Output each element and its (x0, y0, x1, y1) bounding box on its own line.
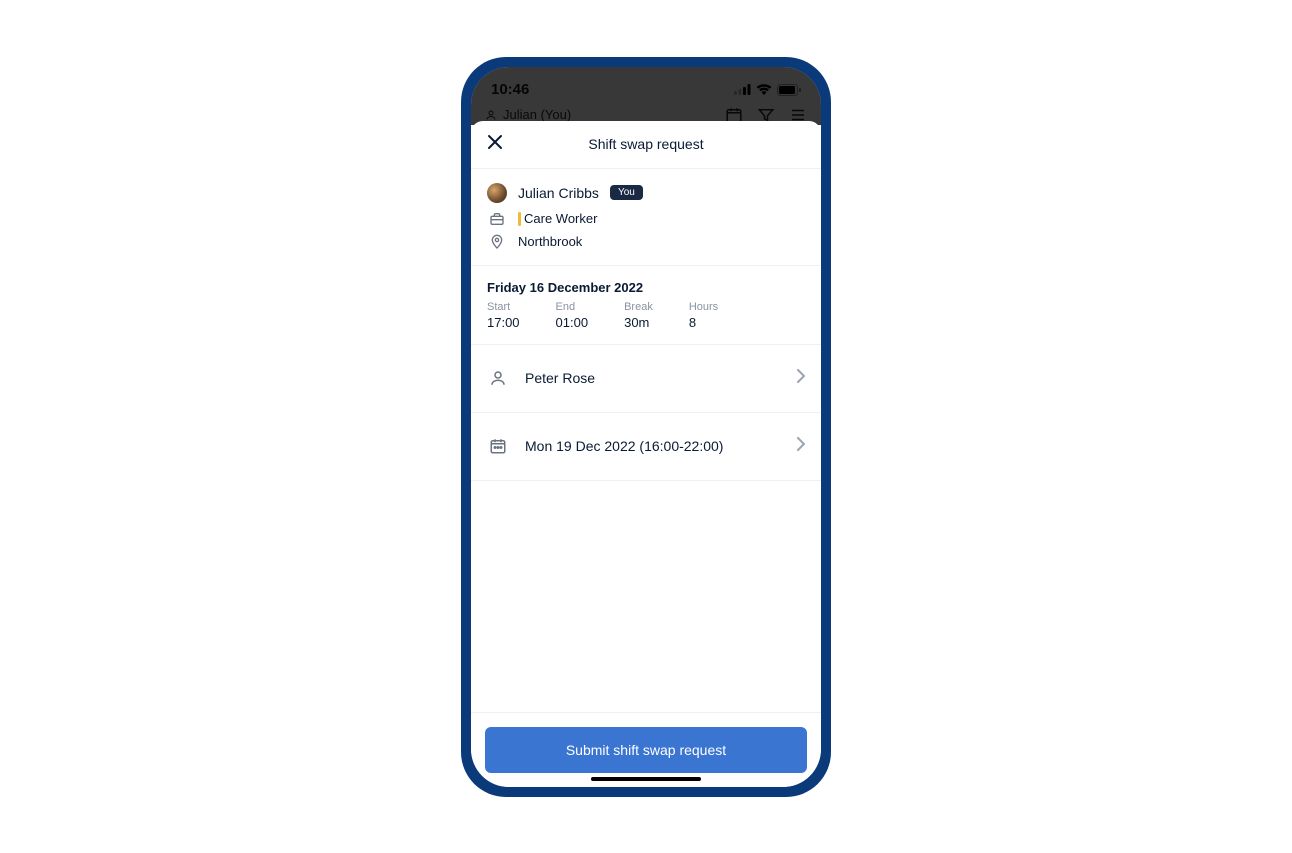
modal-footer: Submit shift swap request (471, 712, 821, 787)
wifi-icon (756, 84, 772, 95)
requester-name: Julian Cribbs (518, 185, 599, 201)
shift-end: End 01:00 (556, 301, 589, 330)
modal-header: Shift swap request (471, 121, 821, 169)
submit-button[interactable]: Submit shift swap request (485, 727, 807, 773)
requester-role: Care Worker (524, 211, 597, 226)
person-icon (489, 369, 507, 387)
briefcase-icon (489, 211, 505, 227)
statusbar-icons (734, 84, 801, 96)
swap-shift-row[interactable]: Mon 19 Dec 2022 (16:00-22:00) (471, 413, 821, 481)
shift-end-label: End (556, 301, 589, 313)
battery-icon (777, 84, 801, 96)
home-indicator[interactable] (591, 777, 701, 781)
statusbar-time: 10:46 (491, 81, 529, 98)
swap-shift-text: Mon 19 Dec 2022 (16:00-22:00) (525, 438, 781, 454)
swap-person-name: Peter Rose (525, 370, 781, 386)
phone-screen: 10:46 Julian (You) (471, 67, 821, 787)
modal-title: Shift swap request (471, 136, 821, 152)
avatar (487, 183, 507, 203)
swap-person-row[interactable]: Peter Rose (471, 345, 821, 413)
requester-row: Julian Cribbs You (487, 183, 805, 203)
shift-details-section: Friday 16 December 2022 Start 17:00 End … (471, 266, 821, 345)
shift-break: Break 30m (624, 301, 653, 330)
close-icon (487, 134, 503, 150)
spacer (471, 481, 821, 712)
shift-start: Start 17:00 (487, 301, 520, 330)
chevron-right-icon (797, 369, 805, 388)
you-badge: You (610, 185, 643, 200)
chevron-right-icon (797, 437, 805, 456)
phone-frame: 10:46 Julian (You) (461, 57, 831, 797)
shift-hours-value: 8 (689, 315, 718, 330)
requester-location: Northbrook (518, 234, 582, 249)
shift-end-value: 01:00 (556, 315, 589, 330)
shift-date: Friday 16 December 2022 (487, 280, 805, 295)
calendar-icon (489, 437, 507, 455)
role-color-bar (518, 212, 521, 226)
shift-hours: Hours 8 (689, 301, 718, 330)
shift-hours-label: Hours (689, 301, 718, 313)
role-row: Care Worker (487, 211, 805, 227)
location-row: Northbrook (487, 233, 805, 251)
shift-break-value: 30m (624, 315, 653, 330)
person-icon (485, 109, 497, 121)
shift-break-label: Break (624, 301, 653, 313)
shift-start-value: 17:00 (487, 315, 520, 330)
pin-icon (489, 233, 505, 251)
shift-start-label: Start (487, 301, 520, 313)
requester-section: Julian Cribbs You Care Worker (471, 169, 821, 266)
shift-grid: Start 17:00 End 01:00 Break 30m Hours 8 (487, 301, 805, 330)
close-button[interactable] (487, 134, 503, 155)
signal-icon (734, 84, 751, 95)
shift-swap-modal: Shift swap request Julian Cribbs You Car… (471, 121, 821, 787)
